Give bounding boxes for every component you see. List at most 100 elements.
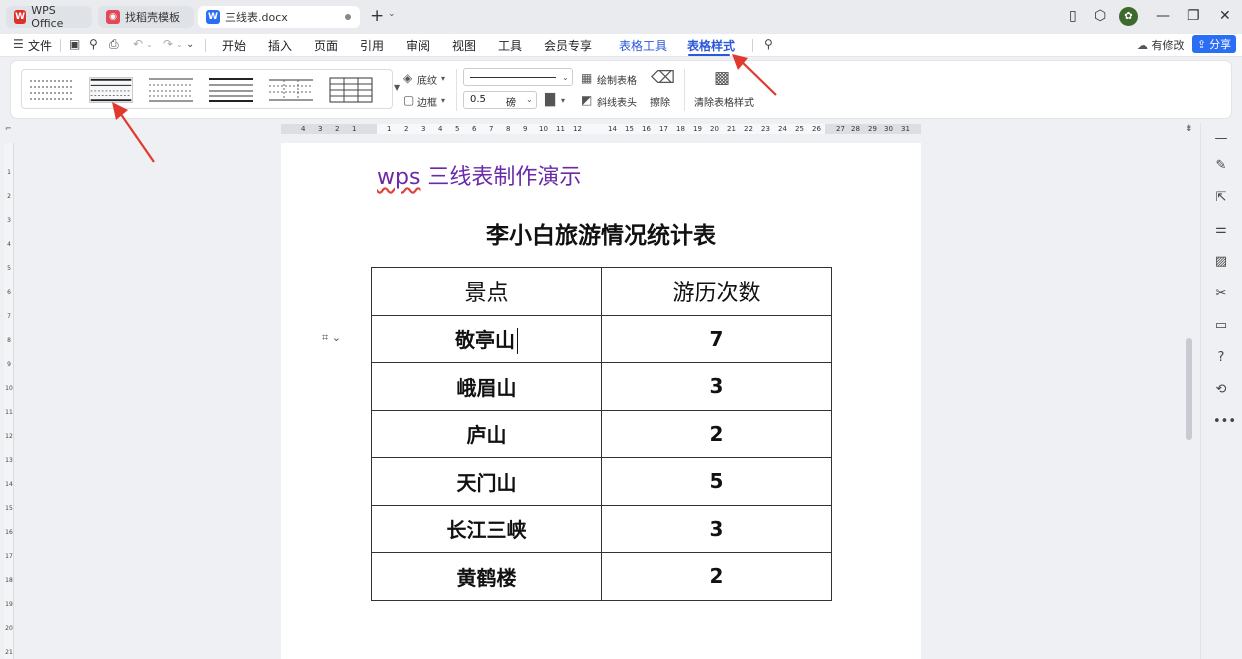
hamburger-icon[interactable]: ☰ [13,37,24,51]
erase-button[interactable]: 擦除 [650,94,670,109]
right-sidebar: — ✎ ⇱ ⚌ ▨ ✂ ▭ ? ⟲ ••• [1200,123,1242,659]
help-icon[interactable]: ? [1213,350,1229,366]
search-icon[interactable]: ⚲ [764,37,773,51]
chevron-down-icon[interactable]: ▾ [561,96,565,105]
ruler-tick: 12 [5,433,13,440]
table-style-option[interactable] [30,77,74,103]
table-cell[interactable]: 3 [601,504,832,553]
diagonal-header-button[interactable]: 斜线表头 [597,94,637,109]
shading-button[interactable]: 底纹 [417,72,437,87]
table-style-option[interactable] [329,77,373,103]
book-icon[interactable]: ▭ [1213,318,1229,334]
minimize-icon[interactable]: — [1156,8,1170,24]
avatar[interactable]: ✿ [1119,7,1138,26]
draw-table-button[interactable]: 绘制表格 [597,72,637,87]
paint-bucket-icon[interactable]: ◈ [403,71,412,85]
line-style-combo[interactable]: ⌄ [463,68,573,86]
redo-icon[interactable]: ↷ [163,37,173,51]
tab-wps-home[interactable]: W WPS Office [6,4,92,30]
more-chevron-icon[interactable]: ⌄ [186,39,194,50]
ruler-corner-icon[interactable]: ⌐ [5,124,12,133]
ruler-tick: 22 [744,125,753,133]
chevron-down-icon[interactable]: ⌄ [146,40,153,49]
share-button[interactable]: ⇪ 分享 [1192,35,1236,53]
ruler-tick: 16 [5,529,13,536]
menu-file[interactable]: 文件 [28,37,52,54]
pen-icon[interactable]: ✎ [1213,158,1229,174]
cursor-select-icon[interactable]: ⇱ [1213,190,1229,206]
horizontal-ruler[interactable]: 4 3 2 1 1 2 3 4 5 6 7 8 9 10 11 12 14 15… [281,124,921,134]
table-cell[interactable]: 3 [601,362,832,411]
table-header-cell[interactable]: 游历次数 [601,267,832,316]
save-icon[interactable]: ▣ [69,37,80,51]
link-icon[interactable]: ⚲ [89,37,98,51]
menu-insert[interactable]: 插入 [268,37,292,54]
ruler-tick: 9 [523,125,528,133]
table-cell[interactable]: 2 [601,409,832,458]
ruler-toggle-icon[interactable]: ⇟ [1185,124,1193,134]
border-icon[interactable]: ▢ [403,93,414,107]
collapse-icon[interactable]: — [1213,131,1229,147]
table-cell[interactable]: 长江三峡 [371,504,602,553]
sync-icon[interactable]: ⟲ [1213,382,1229,398]
table-move-handle-icon[interactable]: ⌗ ⌄ [322,331,341,345]
line-width-combo[interactable]: 0.5 磅 ⌄ [463,91,537,109]
menu-view[interactable]: 视图 [452,37,476,54]
table-header-cell[interactable]: 景点 [371,267,602,316]
ruler-tick: 17 [5,553,13,560]
table-title[interactable]: 李小白旅游情况统计表 [281,216,921,250]
revise-status[interactable]: ☁ 有修改 [1137,37,1185,53]
pen-color-icon[interactable]: ▇ [545,92,555,107]
image-icon[interactable]: ▨ [1213,254,1229,270]
table-cell[interactable]: 7 [601,314,832,363]
ruler-tick: 2 [404,125,409,133]
table-cell[interactable]: 2 [601,552,832,601]
eraser-icon[interactable]: ⌫ [651,68,675,88]
table-style-option[interactable] [269,77,313,103]
tab-template[interactable]: ◉ 找稻壳模板 [98,6,194,28]
diagonal-header-icon[interactable]: ◩ [581,93,592,107]
close-icon[interactable]: ✕ [1219,8,1231,24]
chevron-down-icon[interactable]: ▾ [441,96,445,105]
share-label: 分享 [1209,38,1232,51]
vertical-scrollbar[interactable] [1186,338,1192,440]
table-cell[interactable]: 峨眉山 [371,362,602,411]
undo-icon[interactable]: ↶ [133,37,143,51]
document-page[interactable]: wps 三线表制作演示 李小白旅游情况统计表 ⌗ ⌄ 景点 游历次数 敬亭山 7… [281,143,921,659]
ruler-tick: 20 [710,125,719,133]
table-cell[interactable]: 黄鹤楼 [371,552,602,601]
ruler-tick: 6 [472,125,477,133]
table-cell[interactable]: 敬亭山 [371,314,602,363]
menu-review[interactable]: 审阅 [406,37,430,54]
cube-icon[interactable]: ⬡ [1094,8,1106,24]
chevron-down-icon[interactable]: ▾ [441,74,445,83]
ruler-tick: 30 [884,125,893,133]
menu-page[interactable]: 页面 [314,37,338,54]
table-cell[interactable]: 庐山 [371,409,602,458]
adjust-icon[interactable]: ⚌ [1213,222,1229,238]
more-icon[interactable]: ••• [1213,414,1236,430]
document-heading[interactable]: wps 三线表制作演示 [377,159,581,191]
restore-icon[interactable]: ❐ [1187,8,1200,24]
new-tab-icon[interactable]: + [370,6,384,26]
border-button[interactable]: 边框 [417,94,437,109]
table-style-option[interactable] [209,77,253,103]
menu-table-tools[interactable]: 表格工具 [619,37,667,54]
ruler-tick: 18 [5,577,13,584]
layout-icon[interactable]: ▯ [1069,8,1077,24]
tab-document[interactable]: W 三线表.docx [198,6,360,28]
table-cell[interactable]: 天门山 [371,457,602,506]
print-preview-icon[interactable]: ⎙ [109,37,119,52]
chevron-down-icon[interactable]: ⌄ [176,40,183,49]
gallery-expand-icon[interactable]: ▼ [394,83,400,92]
draw-table-icon[interactable]: ▦ [581,71,592,85]
menu-home[interactable]: 开始 [222,37,246,54]
chevron-down-icon: ⌄ [562,73,569,82]
tools-icon[interactable]: ✂ [1213,286,1229,302]
table-cell[interactable]: 5 [601,457,832,506]
chevron-down-icon[interactable]: ⌄ [388,9,396,19]
menu-reference[interactable]: 引用 [360,37,384,54]
menu-tools[interactable]: 工具 [498,37,522,54]
menu-vip[interactable]: 会员专享 [544,37,592,54]
vertical-ruler[interactable]: 1 2 3 4 5 6 7 8 9 10 11 12 13 14 15 16 1… [4,143,14,659]
